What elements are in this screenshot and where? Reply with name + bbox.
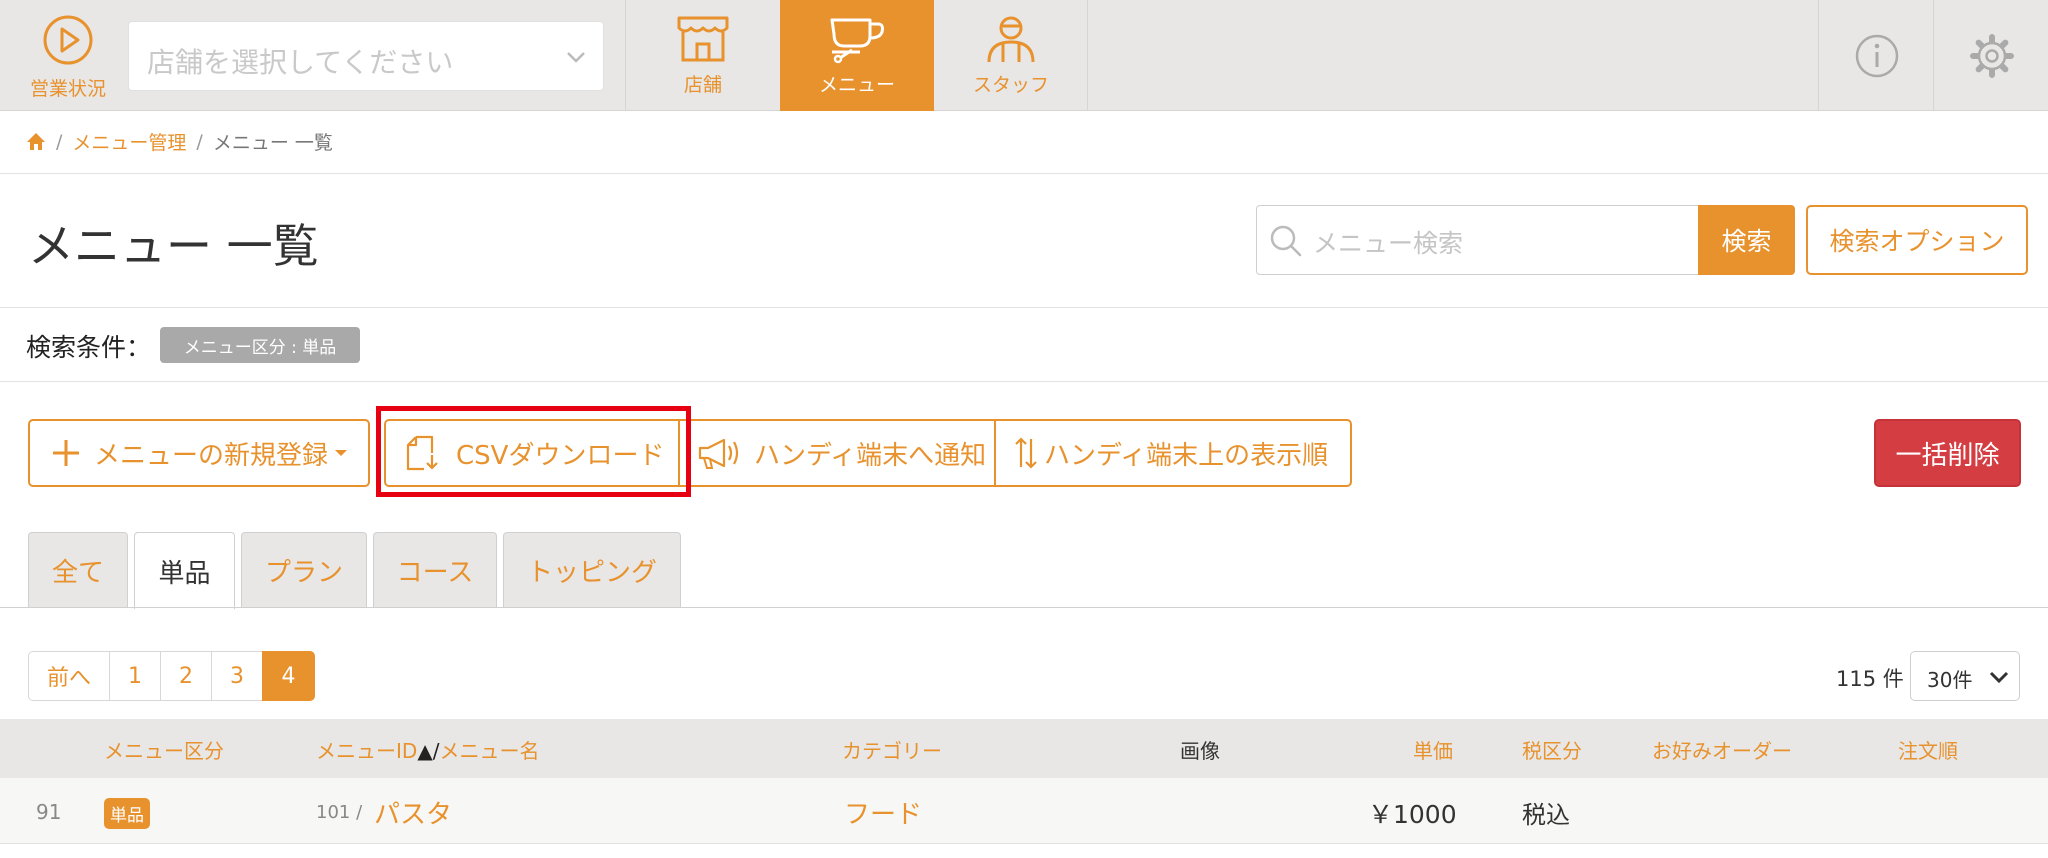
handy-order-button[interactable]: ハンディ端末上の表示順 (994, 419, 1352, 487)
filter-label: 検索条件： (26, 333, 152, 362)
nav-tab-staff[interactable]: スタッフ (934, 0, 1088, 111)
per-page-value: 30件 (1927, 668, 1973, 692)
bulk-delete-button[interactable]: 一括削除 (1874, 419, 2021, 487)
csv-highlight-box (376, 406, 691, 497)
column-preference-order[interactable]: お好みオーダー (1652, 735, 1792, 764)
per-page-select[interactable]: 30件 (1910, 651, 2020, 701)
sort-asc-icon: ▲ (417, 739, 433, 763)
nav-tab-store-label: 店舗 (683, 74, 722, 96)
store-select-placeholder: 店舗を選択してください (147, 46, 454, 79)
breadcrumb-menu-management[interactable]: メニュー管理 (72, 128, 186, 155)
home-icon[interactable] (26, 132, 46, 151)
staff-icon (987, 16, 1035, 63)
handy-order-label: ハンディ端末上の表示順 (1044, 440, 1329, 471)
table-header: メニュー区分 メニューID▲/メニュー名 カテゴリー 画像 単価 税区分 お好み… (0, 719, 2048, 778)
column-menu-name: メニュー名 (439, 739, 540, 763)
breadcrumb-current: メニュー 一覧 (212, 132, 333, 154)
search-placeholder: メニュー検索 (1313, 229, 1464, 258)
divider (0, 173, 2048, 174)
store-select[interactable]: 店舗を選択してください (128, 21, 604, 91)
store-icon (677, 16, 729, 62)
plus-icon (53, 440, 79, 466)
chevron-down-icon (1989, 671, 2009, 684)
settings-button[interactable] (1934, 0, 2048, 111)
breadcrumb-separator: / (56, 130, 63, 153)
row-tax: 税込 (1522, 801, 1570, 829)
row-menu-id: 101 / (316, 802, 363, 823)
tab-course[interactable]: コース (373, 532, 497, 607)
info-icon (1855, 34, 1898, 77)
pagination-page-3[interactable]: 3 (211, 651, 263, 701)
caret-down-icon (335, 450, 348, 456)
sort-arrows-icon (1015, 437, 1037, 469)
search-options-button[interactable]: 検索オプション (1806, 205, 2028, 275)
tab-all[interactable]: 全て (28, 532, 128, 607)
cup-icon (830, 18, 884, 64)
breadcrumb-separator: / (196, 130, 203, 153)
nav-divider (1087, 0, 1088, 111)
row-type-badge: 単品 (104, 798, 150, 829)
pagination-page-1[interactable]: 1 (109, 651, 161, 701)
notify-handy-label: ハンディ端末へ通知 (754, 440, 987, 471)
column-menu-type[interactable]: メニュー区分 (104, 735, 224, 764)
divider (0, 381, 2048, 382)
business-status-button[interactable]: 営業状況 (18, 14, 118, 101)
divider (0, 307, 2048, 308)
nav-tab-menu[interactable]: メニュー (780, 0, 934, 111)
info-button[interactable] (1819, 0, 1934, 111)
row-menu-name[interactable]: パスタ (374, 794, 452, 831)
menu-search-input[interactable]: メニュー検索 (1256, 205, 1698, 275)
megaphone-icon (698, 438, 739, 469)
notify-handy-button[interactable]: ハンディ端末へ通知 (678, 419, 996, 487)
nav-tab-store[interactable]: 店舗 (626, 0, 780, 111)
page-title: メニュー 一覧 (28, 219, 319, 273)
pagination: 前へ 1 2 3 4 (28, 651, 315, 701)
nav-tab-menu-label: メニュー (818, 74, 895, 96)
column-menu-id: メニューID (316, 739, 418, 763)
column-order[interactable]: 注文順 (1898, 735, 1958, 764)
row-number: 91 (36, 800, 62, 824)
tab-topping[interactable]: トッピング (503, 532, 681, 607)
search-button[interactable]: 検索 (1698, 205, 1795, 275)
business-status-label: 営業状況 (29, 78, 106, 100)
tab-plan[interactable]: プラン (241, 532, 367, 607)
pagination-prev[interactable]: 前へ (28, 651, 110, 701)
search-icon (1270, 225, 1302, 257)
chevron-down-icon (567, 52, 585, 63)
column-tax[interactable]: 税区分 (1522, 735, 1582, 764)
row-price: ￥1000 (1368, 800, 1457, 829)
gear-icon (1969, 33, 2014, 78)
pagination-page-4[interactable]: 4 (262, 651, 315, 701)
row-category[interactable]: フード (844, 794, 922, 831)
filter-tag: メニュー区分 : 単品 (160, 327, 360, 363)
new-menu-button[interactable]: メニューの新規登録 (28, 419, 370, 487)
tab-single[interactable]: 単品 (134, 532, 235, 609)
column-category[interactable]: カテゴリー (842, 735, 942, 764)
column-menu-id-name[interactable]: メニューID▲/メニュー名 (316, 735, 539, 764)
top-navigation: 営業状況 店舗を選択してください 店舗 メニュー スタッフ (0, 0, 2048, 111)
play-circle-icon (43, 15, 93, 65)
pagination-page-2[interactable]: 2 (160, 651, 212, 701)
tabs-baseline (0, 607, 2048, 608)
nav-tab-staff-label: スタッフ (972, 74, 1049, 96)
total-count: 115 件 (1836, 667, 1904, 691)
column-image: 画像 (1180, 739, 1220, 763)
table-row[interactable]: 91 単品 101 / パスタ フード ￥1000 税込 (0, 778, 2048, 844)
new-menu-label: メニューの新規登録 (94, 440, 329, 471)
breadcrumb: / メニュー管理 / メニュー 一覧 (26, 128, 333, 155)
column-price[interactable]: 単価 (1413, 735, 1453, 764)
